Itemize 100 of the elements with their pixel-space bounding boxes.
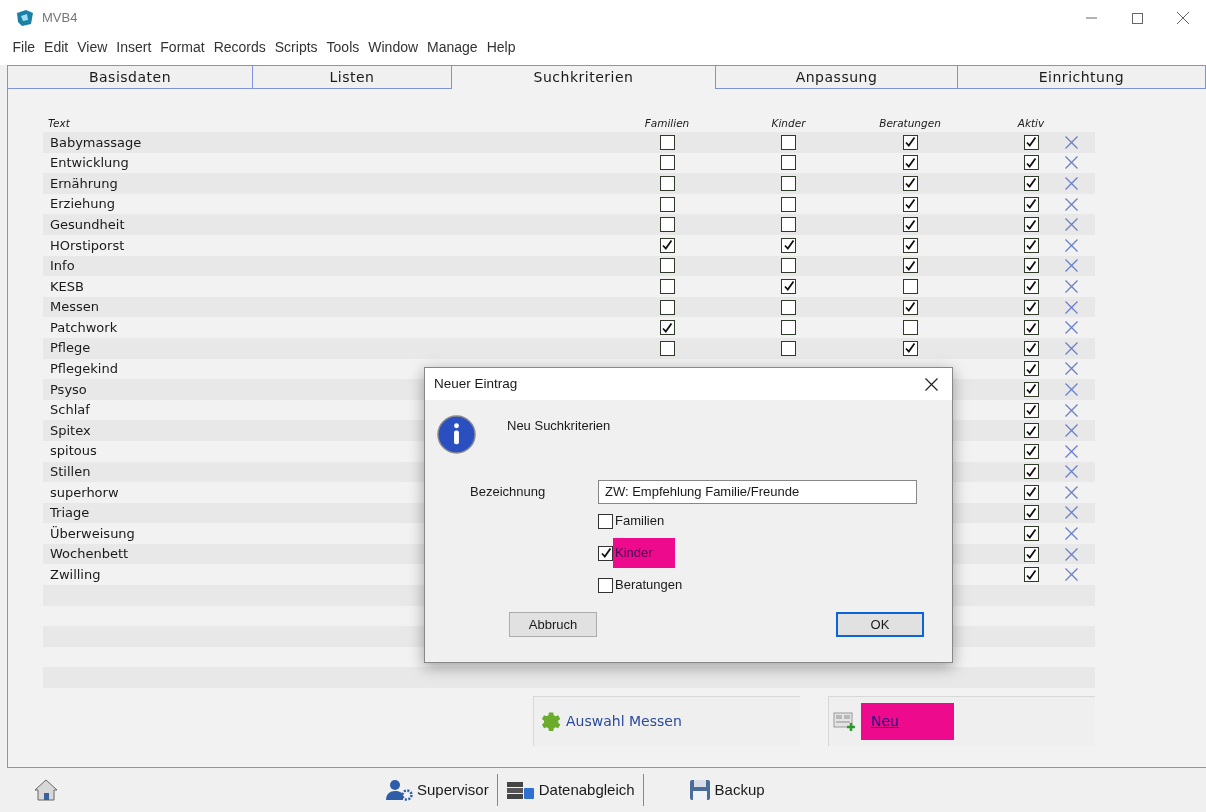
checkbox[interactable] xyxy=(781,320,796,336)
tab[interactable]: Anpassung xyxy=(716,66,958,89)
delete-icon[interactable] xyxy=(1064,424,1078,438)
checkbox[interactable] xyxy=(1023,361,1039,377)
menu-item[interactable]: Window xyxy=(364,36,422,58)
checkbox[interactable] xyxy=(1023,381,1039,397)
delete-icon[interactable] xyxy=(1064,527,1078,541)
delete-icon[interactable] xyxy=(1064,238,1078,252)
checkbox[interactable] xyxy=(902,340,918,356)
delete-icon[interactable] xyxy=(1064,259,1078,273)
checkbox[interactable] xyxy=(1023,526,1039,542)
delete-icon[interactable] xyxy=(1064,177,1078,190)
checkbox[interactable] xyxy=(659,299,675,315)
delete-icon[interactable] xyxy=(1064,300,1078,314)
checkbox[interactable] xyxy=(659,340,675,356)
checkbox[interactable] xyxy=(902,299,918,315)
delete-icon[interactable] xyxy=(1064,156,1078,170)
checkbox[interactable] xyxy=(1023,278,1039,294)
checkbox[interactable] xyxy=(1023,134,1039,150)
menu-item[interactable]: View xyxy=(73,36,111,58)
checkbox[interactable] xyxy=(1023,567,1039,583)
menu-item[interactable]: Insert xyxy=(112,36,155,58)
checkbox[interactable] xyxy=(1023,402,1039,418)
menu-item[interactable]: Help xyxy=(483,36,519,58)
delete-icon[interactable] xyxy=(1064,465,1078,479)
menu-item[interactable]: Format xyxy=(156,36,209,58)
checkbox[interactable] xyxy=(659,217,675,233)
delete-icon[interactable] xyxy=(1064,362,1078,376)
checkbox[interactable] xyxy=(659,134,675,150)
checkbox[interactable] xyxy=(659,176,675,191)
checkbox[interactable] xyxy=(781,155,796,171)
menu-item[interactable]: Tools xyxy=(323,36,363,58)
checkbox[interactable] xyxy=(1023,464,1039,480)
checkbox[interactable] xyxy=(902,176,918,191)
action-button[interactable]: Auswahl Messen xyxy=(533,696,800,747)
checkbox[interactable] xyxy=(781,278,796,294)
delete-icon[interactable] xyxy=(1064,568,1078,582)
dialog-button[interactable]: Abbruch xyxy=(509,612,597,637)
checkbox[interactable] xyxy=(902,258,918,274)
footer-button[interactable]: Supervisor xyxy=(380,778,493,802)
checkbox[interactable] xyxy=(1023,299,1039,315)
tab[interactable]: Listen xyxy=(253,66,452,89)
checkbox[interactable] xyxy=(659,258,675,274)
footer-button[interactable]: Backup xyxy=(687,778,765,802)
delete-icon[interactable] xyxy=(1064,382,1078,396)
checkbox[interactable] xyxy=(781,134,796,150)
checkbox[interactable] xyxy=(781,217,796,233)
checkbox[interactable] xyxy=(659,278,675,294)
delete-icon[interactable] xyxy=(1064,485,1078,499)
checkbox[interactable] xyxy=(1023,176,1039,191)
delete-icon[interactable] xyxy=(1064,218,1078,232)
delete-icon[interactable] xyxy=(1064,341,1078,355)
home-icon[interactable] xyxy=(34,779,58,801)
checkbox[interactable] xyxy=(1023,546,1039,562)
delete-icon[interactable] xyxy=(1064,547,1078,561)
checkbox[interactable] xyxy=(659,237,675,253)
delete-icon[interactable] xyxy=(1064,444,1078,458)
checkbox[interactable] xyxy=(598,545,613,561)
dialog-button[interactable]: OK xyxy=(836,612,924,637)
checkbox[interactable] xyxy=(1023,423,1039,439)
checkbox[interactable] xyxy=(902,278,918,294)
checkbox[interactable] xyxy=(781,176,796,191)
delete-icon[interactable] xyxy=(1064,135,1078,149)
checkbox[interactable] xyxy=(1023,258,1039,274)
checkbox[interactable] xyxy=(781,340,796,356)
checkbox[interactable] xyxy=(659,196,675,212)
checkbox[interactable] xyxy=(781,196,796,212)
checkbox[interactable] xyxy=(781,237,796,253)
checkbox[interactable] xyxy=(781,299,796,315)
delete-icon[interactable] xyxy=(1064,321,1078,335)
checkbox[interactable] xyxy=(1023,320,1039,336)
input-field[interactable]: ZW: Empfehlung Familie/Freunde xyxy=(598,480,917,504)
menu-item[interactable]: Records xyxy=(210,36,270,58)
menu-item[interactable]: Manage xyxy=(423,36,482,58)
delete-icon[interactable] xyxy=(1064,403,1078,417)
checkbox[interactable] xyxy=(1023,217,1039,233)
checkbox[interactable] xyxy=(598,577,613,593)
menu-item[interactable]: Edit xyxy=(40,36,72,58)
delete-icon[interactable] xyxy=(1064,279,1078,293)
checkbox[interactable] xyxy=(902,237,918,253)
checkbox[interactable] xyxy=(1023,155,1039,171)
checkbox[interactable] xyxy=(1023,340,1039,356)
checkbox[interactable] xyxy=(902,134,918,150)
menu-item[interactable]: Scripts xyxy=(271,36,322,58)
checkbox[interactable] xyxy=(1023,196,1039,212)
checkbox[interactable] xyxy=(902,155,918,171)
checkbox[interactable] xyxy=(902,196,918,212)
checkbox[interactable] xyxy=(1023,237,1039,253)
delete-icon[interactable] xyxy=(1064,197,1078,211)
checkbox[interactable] xyxy=(902,217,918,233)
footer-button[interactable]: Datenabgleich xyxy=(501,778,639,802)
checkbox[interactable] xyxy=(659,320,675,336)
checkbox[interactable] xyxy=(781,258,796,274)
tab[interactable]: Einrichtung xyxy=(958,66,1206,89)
checkbox[interactable] xyxy=(659,155,675,171)
checkbox[interactable] xyxy=(902,320,918,336)
checkbox[interactable] xyxy=(1023,484,1039,500)
tab[interactable]: Basisdaten xyxy=(8,66,253,89)
menu-item[interactable]: File xyxy=(9,36,39,58)
delete-icon[interactable] xyxy=(1064,506,1078,520)
